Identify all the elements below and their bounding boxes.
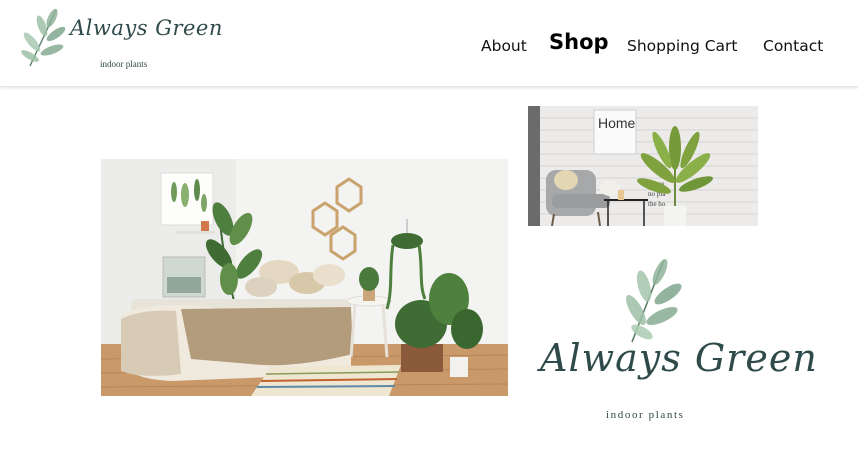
brand-tagline-large: indoor plants — [606, 409, 685, 421]
bedroom-plants-photo — [101, 159, 508, 396]
main-nav: About Shop Shopping Cart Contact — [0, 30, 858, 60]
nav-shop[interactable]: Shop — [549, 30, 609, 54]
leaf-branch-icon — [626, 259, 682, 343]
nav-about[interactable]: About — [481, 37, 527, 55]
brand-name-large: Always Green — [540, 336, 818, 380]
living-room-plant-photo: Home There no pla the ho — [528, 106, 758, 226]
brand-tagline: indoor plants — [100, 59, 148, 69]
svg-text:the ho: the ho — [648, 200, 666, 208]
site-header: Always Green indoor plants About Shop Sh… — [0, 0, 858, 87]
home-sign-text: Home — [598, 115, 636, 131]
brand-logo-large: Always Green indoor plants — [530, 254, 817, 430]
nav-contact[interactable]: Contact — [763, 37, 823, 55]
nav-shopping-cart[interactable]: Shopping Cart — [627, 37, 738, 55]
